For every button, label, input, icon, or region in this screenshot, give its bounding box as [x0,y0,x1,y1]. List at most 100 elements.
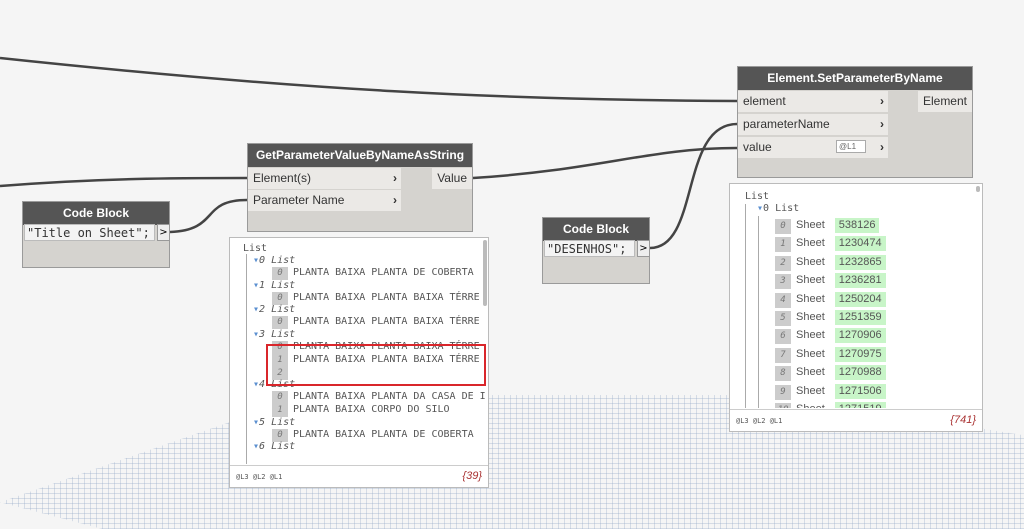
chevron-right-icon: › [880,117,884,131]
item-type: Sheet [796,219,825,231]
node-title: Code Block [543,218,649,241]
item-index: 3 [775,274,791,290]
chevron-right-icon: › [880,94,884,108]
highlight-box [266,344,486,386]
item-type: Sheet [796,366,825,379]
item-index: 6 [775,329,791,345]
element-id: 1271506 [834,383,886,399]
port-label: Parameter Name [253,193,345,207]
item-index: 9 [775,384,791,400]
list-item: 5 Sheet 1251359 [775,310,886,326]
port-label: parameterName [743,117,830,131]
port-label: Element(s) [253,171,312,185]
group-label: 1 List [259,279,296,291]
element-id: 1251359 [834,310,886,325]
lacing-spinner[interactable]: @L1 [836,140,866,153]
lacing-value: @L1 [839,142,857,151]
input-port-parameter-name[interactable]: parameterName › [738,114,888,135]
chevron-right-icon: › [393,171,397,185]
item-type: Sheet [796,403,825,408]
list-item: 6 Sheet 1270906 [775,328,886,345]
input-port-element[interactable]: element › [738,91,888,112]
item-type: Sheet [796,274,825,287]
code-editor[interactable]: "DESENHOS"; [544,240,635,257]
list-levels: @L3 @L2 @L1 [730,409,982,431]
element-id: 1230474 [834,236,886,252]
item-value: PLANTA BAIXA PLANTA DE COBERTA [293,428,474,440]
set-parameter-node[interactable]: Element.SetParameterByName element › para… [737,66,973,178]
wire-element [0,56,738,103]
output-port-element[interactable]: Element [917,91,972,112]
list-item: 0 PLANTA BAIXA PLANTA DE COBERTA [272,428,474,442]
get-parameter-node[interactable]: GetParameterValueByNameAsString Element(… [247,143,473,232]
list-item: 4 Sheet 1250204 [775,291,886,308]
wire-elements-in [0,176,248,188]
list-item: 9 Sheet 1271506 [775,383,886,400]
item-index: 7 [775,347,791,363]
item-type: Sheet [796,329,825,342]
item-type: Sheet [796,311,825,323]
list-item: 0 PLANTA BAIXA PLANTA DE COBERTA [272,266,474,280]
tree-line [758,216,759,408]
node-title: GetParameterValueByNameAsString [248,144,472,167]
output-port[interactable]: > [157,224,170,241]
wire-code1 [169,198,248,234]
item-index: 1 [775,237,791,253]
item-index: 8 [775,366,791,382]
wire-code2 [649,122,738,250]
output-port-value[interactable]: Value [432,168,472,189]
port-label: value [743,140,772,154]
element-id: 1236281 [834,273,886,289]
code-editor[interactable]: "Title on Sheet"; [24,224,155,241]
output-port[interactable]: > [637,240,650,257]
list-item: 1 Sheet 1230474 [775,236,886,253]
input-port-elements[interactable]: Element(s) › [248,168,401,189]
item-count: {39} [462,470,482,482]
item-value: PLANTA BAIXA CORPO DO SILO [293,403,450,415]
item-index: 10 [775,403,791,408]
item-type: Sheet [796,237,825,250]
node-title: Code Block [23,202,169,225]
item-type: Sheet [796,255,825,268]
item-type: Sheet [796,384,825,397]
item-type: Sheet [796,347,825,360]
element-id: 1271519 [834,402,886,408]
element-id: 1270988 [834,365,886,381]
group-label: 6 List [259,441,296,453]
group-label: 5 List [259,416,296,428]
preview-bubble-elements[interactable]: List ▾0 List 0 Sheet 538126 1 Sheet 1230474 2 She… [729,183,983,432]
list-group[interactable]: ▾0 List [757,202,799,215]
code-block-node-1[interactable]: Code Block "Title on Sheet"; > [22,201,170,268]
input-port-parameter-name[interactable]: Parameter Name › [248,190,401,211]
chevron-right-icon: › [880,140,884,154]
preview-bubble-values[interactable]: List ▾0 List 0 PLANTA BAIXA PLANTA DE COBER… [229,237,489,488]
chevron-right-icon: › [393,193,397,207]
item-index: 5 [775,311,791,326]
list-item: 0 PLANTA BAIXA PLANTA BAIXA TÉRRE [272,315,480,330]
scrollbar[interactable] [483,240,487,306]
item-value: PLANTA BAIXA PLANTA BAIXA TÉRRE [293,316,480,328]
item-index: 2 [775,255,791,271]
tree-line [246,254,247,464]
element-id: 1232865 [834,254,886,270]
node-title: Element.SetParameterByName [738,67,972,90]
list-item: 7 Sheet 1270975 [775,346,886,363]
group-label: 0 List [763,203,800,214]
code-block-node-2[interactable]: Code Block "DESENHOS"; > [542,217,650,284]
group-label: 2 List [259,304,296,316]
scrollbar[interactable] [976,186,980,192]
element-id: 1270906 [834,328,886,344]
element-id: 1250204 [834,291,886,307]
list-item: 0 PLANTA BAIXA PLANTA BAIXA TÉRRE [272,291,480,305]
list-item: 0 Sheet 538126 [775,218,880,234]
tree-line [745,204,746,408]
list-levels: @L3 @L2 @L1 [230,465,488,487]
group-label: 3 List [259,329,296,341]
input-port-value[interactable]: value @L1 › [738,137,888,158]
item-type: Sheet [796,292,825,305]
port-label: element [743,94,786,108]
element-id: 538126 [834,218,880,233]
list-group[interactable]: ▾6 List [253,440,295,453]
element-id: 1270975 [834,346,886,362]
list-item: 0 PLANTA BAIXA PLANTA DA CASA DE I [272,390,486,405]
